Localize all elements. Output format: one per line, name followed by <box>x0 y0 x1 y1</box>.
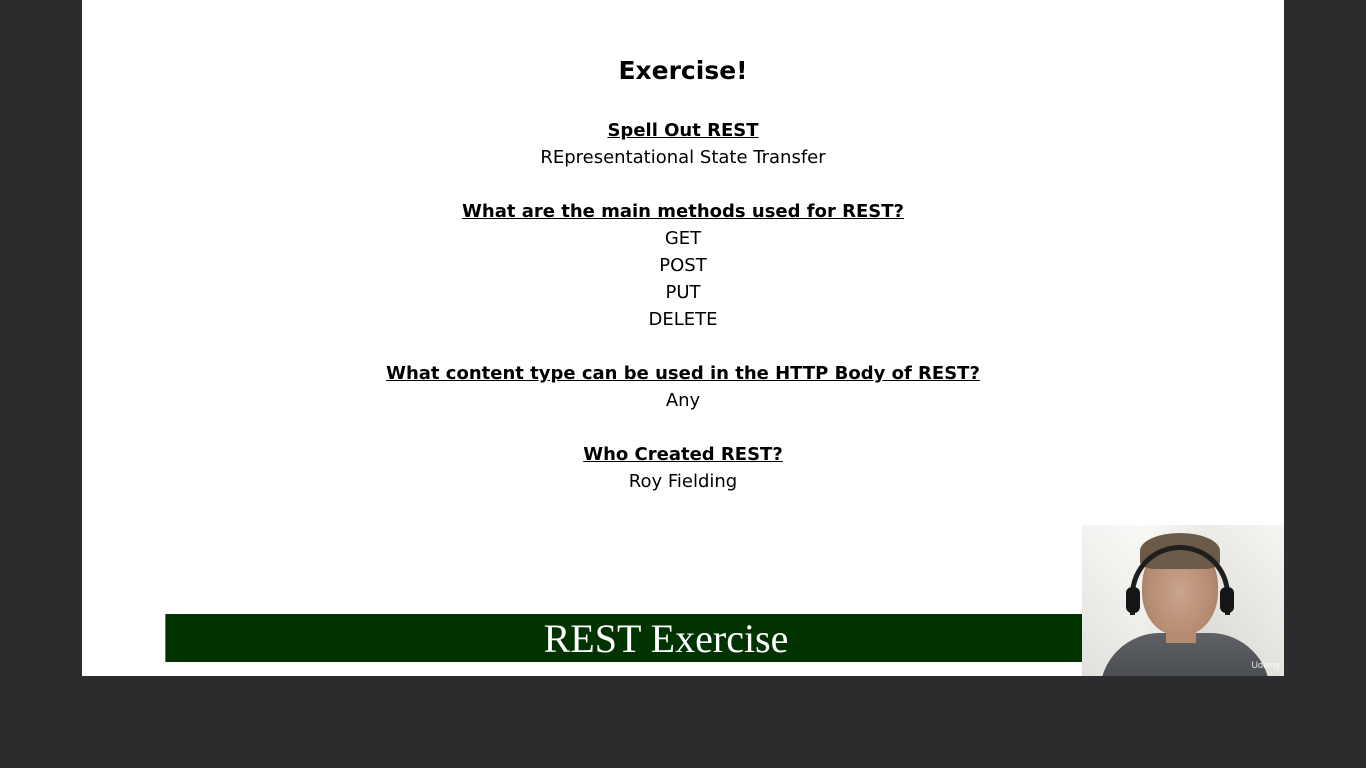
answer-text: Any <box>665 390 701 411</box>
udemy-watermark: Udemy <box>1251 660 1280 670</box>
answer-text: GET <box>664 228 702 249</box>
question-heading: Who Created REST? <box>583 444 783 465</box>
answer-text: Roy Fielding <box>628 471 738 492</box>
question-heading: What content type can be used in the HTT… <box>386 363 980 384</box>
video-player-stage: Exercise! Spell Out REST REpresentationa… <box>0 0 1366 768</box>
headset-left-earcup <box>1126 587 1140 613</box>
banner-text: REST Exercise <box>543 616 789 661</box>
section-who-created: Who Created REST? Roy Fielding <box>82 441 1284 495</box>
answer-text: DELETE <box>648 309 718 330</box>
slide-title: Exercise! <box>618 56 748 85</box>
section-main-methods: What are the main methods used for REST?… <box>82 198 1284 333</box>
answer-text: POST <box>659 255 707 276</box>
question-heading: Spell Out REST <box>607 120 759 141</box>
answer-text: REpresentational State Transfer <box>540 147 826 168</box>
section-spell-out-rest: Spell Out REST REpresentational State Tr… <box>82 117 1284 171</box>
headset-right-earcup <box>1220 587 1234 613</box>
slide-content: Spell Out REST REpresentational State Tr… <box>82 117 1284 522</box>
webcam-overlay: Udemy <box>1082 525 1284 676</box>
section-content-type: What content type can be used in the HTT… <box>82 360 1284 414</box>
answer-text: PUT <box>665 282 701 303</box>
title-banner: REST Exercise <box>165 614 1166 662</box>
question-heading: What are the main methods used for REST? <box>462 201 904 222</box>
